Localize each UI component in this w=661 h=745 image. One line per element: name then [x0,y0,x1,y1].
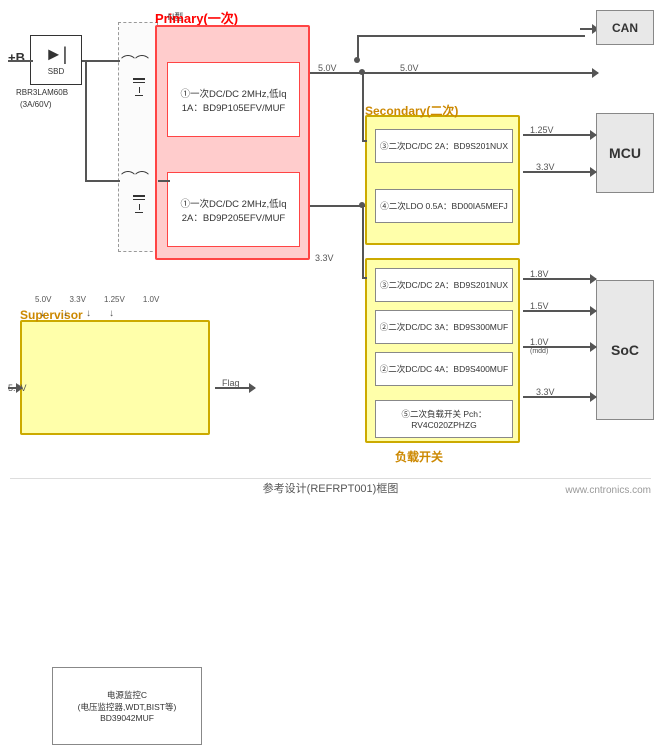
capacitor-top [133,78,145,96]
voltage-1v5: 1.5V [530,301,549,311]
line-3v3-to-mcu [523,171,596,173]
primary-dcdc-bottom: ①一次DC/DC 2MHz,低Iq2A：BD9P205EFV/MUF [167,172,300,247]
line-into-sec [362,140,367,142]
voltage-mdd: (mdd) [530,348,548,355]
voltage-mcu: 5.0V [400,63,419,73]
line-to-mcu [357,72,585,74]
line-mcu-arrow [580,72,598,74]
supervisor-voltage-labels: 5.0V 3.3V 1.25V 1.0V [35,295,159,304]
line-down-to-sec [362,72,364,140]
arrow-1v5 [590,306,597,316]
line-into-soc [362,277,367,279]
soc-block3: ②二次DC/DC 4A：BD9S400MUF [375,352,513,386]
soc-block2: ②二次DC/DC 3A：BD9S300MUF [375,310,513,344]
sbd-part-number: RBR3LAM60B [16,88,68,97]
reference-label: 参考设计(REFRPT001)框图 [263,480,399,496]
inductor-bottom: ⌒⌒ [121,168,149,188]
mcu-output-box: MCU [596,113,654,193]
inductor-top: ⌒⌒ [121,52,149,72]
line-to-can-box [357,35,585,37]
line-vert-sbd [85,60,87,182]
sbd-component: ►| SBD [30,35,82,85]
secondary-box: ③二次DC/DC 2A：BD9S201NUX ④二次LDO 0.5A：BD00I… [365,115,520,245]
voltage-1v25: 1.25V [530,125,554,135]
secondary-block1: ③二次DC/DC 2A：BD9S201NUX [375,129,513,163]
arrow-5v-sup [16,383,23,393]
dot-bottom-junction [359,202,365,208]
arrow-1v8 [590,274,597,284]
sbd-rating: (3A/60V) [20,100,52,109]
line-5v-sup [8,387,22,389]
line-up-to-can [357,35,359,60]
line-bottom-sbd [85,180,120,182]
bottom-divider [10,478,651,479]
voltage-1v0: 1.0V [530,337,549,347]
dot-top2-junction [359,69,365,75]
line-sbd-filter [82,60,120,62]
primary-dcdc-top: ①一次DC/DC 2MHz,低Iq1A：BD9P105EFV/MUF [167,62,300,137]
line-primary-bottom-out [310,205,365,207]
voltage-3v3-mcu: 3.3V [536,162,555,172]
supervisor-box: 电源监控C (电压监控器,WDT,BIST等) BD39042MUF [20,320,210,435]
load-switch-block: ⑤二次負载开关 Pch：RV4C020ZPHZG [375,400,513,438]
line-plusb-sbd [8,60,33,62]
supervisor-down-arrows: ↓ ↓ ↓ ↓ [40,308,114,319]
voltage-3v3-soc: 3.3V [536,387,555,397]
arrow-3v3-soc [590,392,597,402]
soc-output-box: SoC [596,280,654,420]
voltage-1v8: 1.8V [530,269,549,279]
arrow-1v25 [590,130,597,140]
website-label: www.cntronics.com [565,485,651,496]
diagram-container: N型 滤波器 ⌒⌒ ⌒⌒ +B ►| SBD RBR3LAM60B (3A/60… [0,0,661,504]
line-3v3-soc [523,396,596,398]
primary-box: ①一次DC/DC 2MHz,低Iq1A：BD9P105EFV/MUF ①一次DC… [155,25,310,260]
arrow-3v3-mcu [590,167,597,177]
arrow-flag [249,383,256,393]
power-monitor: 电源监控C (电压监控器,WDT,BIST等) BD39042MUF [52,667,202,745]
can-output-box: CAN [596,10,654,45]
line-down-to-soc [362,205,364,277]
diode-symbol: ►| [45,44,68,65]
load-switch-label: 负载开关 [395,448,443,465]
sbd-label: SBD [48,67,64,76]
soc-block1: ③二次DC/DC 2A：BD9S201NUX [375,268,513,302]
arrow-1v0 [590,342,597,352]
secondary-label: Secondary(二次) [365,102,458,119]
secondary-block2: ④二次LDO 0.5A：BD00IA5MEFJ [375,189,513,223]
voltage-soc-in: 3.3V [315,253,334,263]
plus-b-label: +B [8,50,25,65]
arrow-mcu-5v [592,68,599,78]
flag-label: Flag [222,378,240,388]
capacitor-bottom [133,195,145,213]
soc-box: ③二次DC/DC 2A：BD9S201NUX ②二次DC/DC 3A：BD9S3… [365,258,520,443]
line-top-to-secondary [310,72,365,74]
line-filter-primary-bottom [158,180,170,182]
